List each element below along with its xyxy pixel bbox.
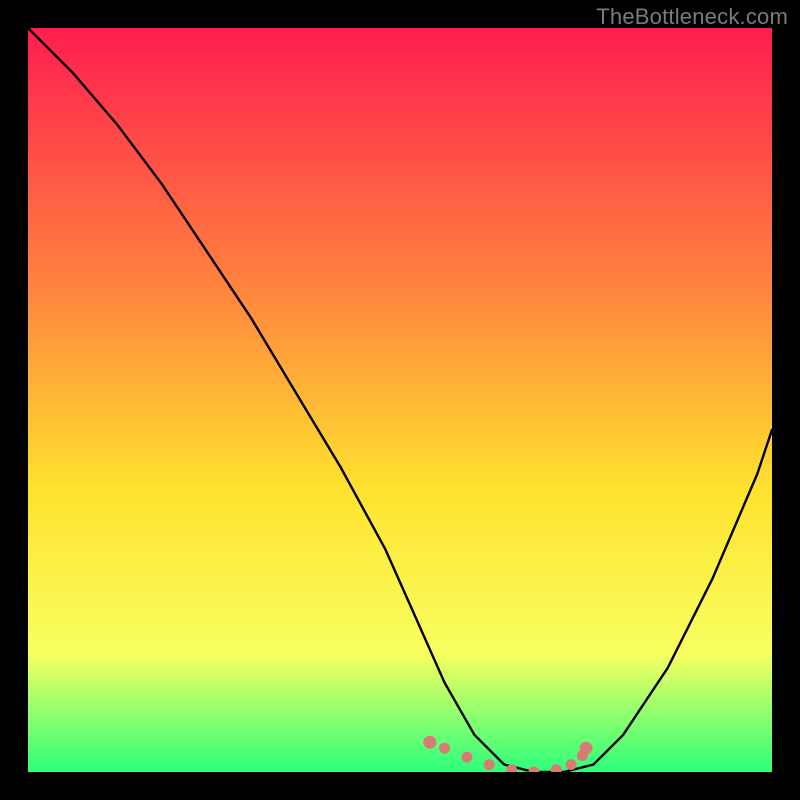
optimal-marker [580, 742, 593, 755]
chart-svg [28, 28, 772, 772]
optimal-marker [462, 752, 473, 763]
gradient-background [28, 28, 772, 772]
optimal-marker [484, 759, 495, 770]
chart-plot [28, 28, 772, 772]
watermark-text: TheBottleneck.com [596, 4, 788, 30]
optimal-marker [439, 743, 450, 754]
optimal-marker [566, 759, 577, 770]
chart-frame: TheBottleneck.com [0, 0, 800, 800]
optimal-marker [423, 736, 436, 749]
